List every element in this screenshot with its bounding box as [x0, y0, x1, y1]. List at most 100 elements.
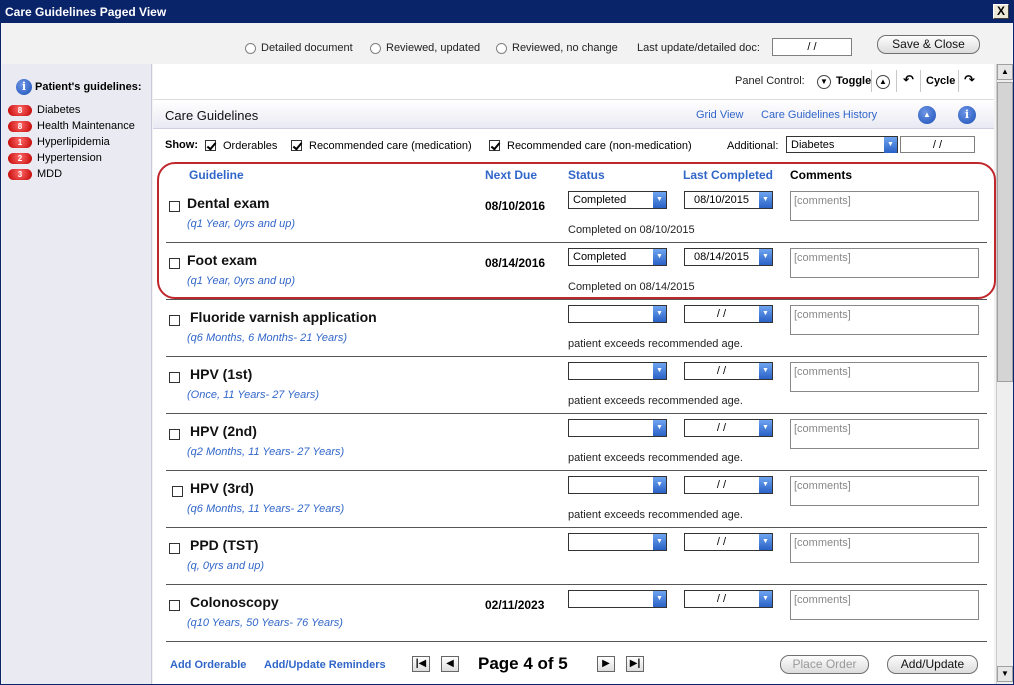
radio-detailed-document[interactable]: Detailed document — [245, 42, 353, 54]
comments-field[interactable]: [comments] — [790, 305, 979, 335]
info-icon[interactable]: i — [958, 106, 976, 124]
column-last-completed[interactable]: Last Completed — [683, 168, 773, 182]
panel-control-bar: Panel Control: ▼ Toggle ▲ ↶ Cycle ↷ — [153, 64, 994, 100]
comments-field[interactable]: [comments] — [790, 248, 979, 278]
cycle-button[interactable]: Cycle — [926, 75, 955, 87]
show-label: Show: — [165, 139, 198, 151]
last-update-date-input[interactable]: / / — [772, 38, 852, 56]
last-completed-date[interactable]: / / ▼ — [684, 362, 773, 380]
comments-field[interactable]: [comments] — [790, 191, 979, 221]
comments-field[interactable]: [comments] — [790, 590, 979, 620]
care-guidelines-history-link[interactable]: Care Guidelines History — [761, 109, 877, 121]
count-badge: 2 — [8, 152, 32, 164]
guideline-name: Colonoscopy — [190, 594, 279, 610]
status-select[interactable]: ▼ — [568, 362, 667, 380]
add-orderable-link[interactable]: Add Orderable — [170, 659, 246, 671]
chevron-down-icon: ▼ — [653, 192, 666, 208]
sidebar-item-health-maintenance[interactable]: 8 Health Maintenance — [8, 120, 135, 132]
row-checkbox[interactable] — [169, 429, 180, 440]
prev-page-icon[interactable]: ◀ — [441, 656, 459, 672]
save-close-button[interactable]: Save & Close — [877, 35, 980, 54]
row-checkbox[interactable] — [169, 600, 180, 611]
sidebar-item-hypertension[interactable]: 2 Hypertension — [8, 152, 102, 164]
scroll-up-icon[interactable]: ▲ — [997, 64, 1013, 80]
place-order-button[interactable]: Place Order — [780, 655, 869, 674]
row-checkbox[interactable] — [169, 543, 180, 554]
scroll-down-icon[interactable]: ▼ — [997, 666, 1013, 682]
scroll-thumb[interactable] — [997, 82, 1013, 382]
status-select[interactable]: Completed ▼ — [568, 191, 667, 209]
add-update-button[interactable]: Add/Update — [887, 655, 978, 674]
vertical-scrollbar[interactable]: ▲ ▼ — [996, 64, 1013, 684]
last-update-label: Last update/detailed doc: — [637, 42, 760, 54]
rec-medication-checkbox[interactable] — [291, 140, 302, 151]
sidebar-item-hyperlipidemia[interactable]: 1 Hyperlipidemia — [8, 136, 110, 148]
chevron-up-icon[interactable]: ▲ — [876, 75, 890, 89]
status-select[interactable]: Completed ▼ — [568, 248, 667, 266]
guideline-frequency: (q6 Months, 6 Months- 21 Years) — [187, 332, 347, 344]
page-indicator: Page 4 of 5 — [478, 654, 568, 673]
sidebar-item-diabetes[interactable]: 8 Diabetes — [8, 104, 80, 116]
status-select[interactable]: ▼ — [568, 533, 667, 551]
radio-circle-icon — [496, 42, 507, 54]
table-row: Foot exam (q1 Year, 0yrs and up) 08/14/2… — [166, 243, 987, 300]
sidebar-item-label: Hypertension — [37, 152, 102, 164]
collapse-up-icon[interactable]: ▲ — [918, 106, 936, 124]
comments-field[interactable]: [comments] — [790, 419, 979, 449]
row-checkbox[interactable] — [169, 258, 180, 269]
last-completed-date[interactable]: / / ▼ — [684, 305, 773, 323]
undo-arrow-icon[interactable]: ↶ — [903, 72, 914, 88]
status-select[interactable]: ▼ — [568, 419, 667, 437]
status-select[interactable]: ▼ — [568, 305, 667, 323]
close-icon[interactable]: X — [993, 4, 1009, 19]
last-completed-date[interactable]: 08/14/2015 ▼ — [684, 248, 773, 266]
next-page-icon[interactable]: ▶ — [597, 656, 615, 672]
column-next-due[interactable]: Next Due — [485, 168, 537, 182]
additional-label: Additional: — [727, 140, 779, 152]
first-page-icon[interactable]: |◀ — [412, 656, 430, 672]
chevron-down-icon: ▼ — [653, 591, 666, 607]
chevron-down-icon: ▼ — [653, 534, 666, 550]
title-bar: Care Guidelines Paged View X — [1, 1, 1013, 23]
comments-field[interactable]: [comments] — [790, 476, 979, 506]
rec-nonmedication-checkbox[interactable] — [489, 140, 500, 151]
redo-arrow-icon[interactable]: ↷ — [964, 72, 975, 88]
sidebar-item-mdd[interactable]: 3 MDD — [8, 168, 62, 180]
last-completed-date[interactable]: / / ▼ — [684, 419, 773, 437]
care-guidelines-window: Care Guidelines Paged View X Detailed do… — [0, 0, 1014, 685]
additional-select[interactable]: Diabetes ▼ — [786, 136, 898, 153]
last-completed-date[interactable]: / / ▼ — [684, 533, 773, 551]
status-select[interactable]: ▼ — [568, 590, 667, 608]
row-checkbox[interactable] — [169, 315, 180, 326]
status-value: Completed — [573, 194, 627, 206]
last-page-icon[interactable]: ▶| — [626, 656, 644, 672]
radio-circle-icon — [245, 42, 256, 54]
toggle-button[interactable]: Toggle — [836, 75, 871, 87]
main-panel: Panel Control: ▼ Toggle ▲ ↶ Cycle ↷ Care… — [153, 64, 994, 684]
column-status[interactable]: Status — [568, 168, 605, 182]
chevron-down-icon[interactable]: ▼ — [817, 75, 831, 89]
last-completed-date[interactable]: / / ▼ — [684, 590, 773, 608]
additional-date-input[interactable]: / / — [900, 136, 975, 153]
last-completed-date[interactable]: / / ▼ — [684, 476, 773, 494]
radio-reviewed-no-change[interactable]: Reviewed, no change — [496, 42, 618, 54]
count-badge: 8 — [8, 104, 32, 116]
footer-bar: Add Orderable Add/Update Reminders |◀ ◀ … — [153, 646, 994, 684]
row-checkbox[interactable] — [172, 486, 183, 497]
orderables-checkbox[interactable] — [205, 140, 216, 151]
radio-reviewed-updated[interactable]: Reviewed, updated — [370, 42, 480, 54]
radio-label: Detailed document — [261, 42, 353, 54]
last-completed-value: / / — [716, 308, 727, 320]
column-guideline[interactable]: Guideline — [189, 168, 244, 182]
last-completed-date[interactable]: 08/10/2015 ▼ — [684, 191, 773, 209]
comments-field[interactable]: [comments] — [790, 533, 979, 563]
comments-field[interactable]: [comments] — [790, 362, 979, 392]
row-checkbox[interactable] — [169, 201, 180, 212]
chevron-down-icon: ▼ — [759, 420, 772, 436]
status-select[interactable]: ▼ — [568, 476, 667, 494]
separator — [896, 70, 897, 92]
add-update-reminders-link[interactable]: Add/Update Reminders — [264, 659, 386, 671]
page-title: Care Guidelines — [165, 108, 259, 123]
grid-view-link[interactable]: Grid View — [696, 109, 743, 121]
row-checkbox[interactable] — [169, 372, 180, 383]
